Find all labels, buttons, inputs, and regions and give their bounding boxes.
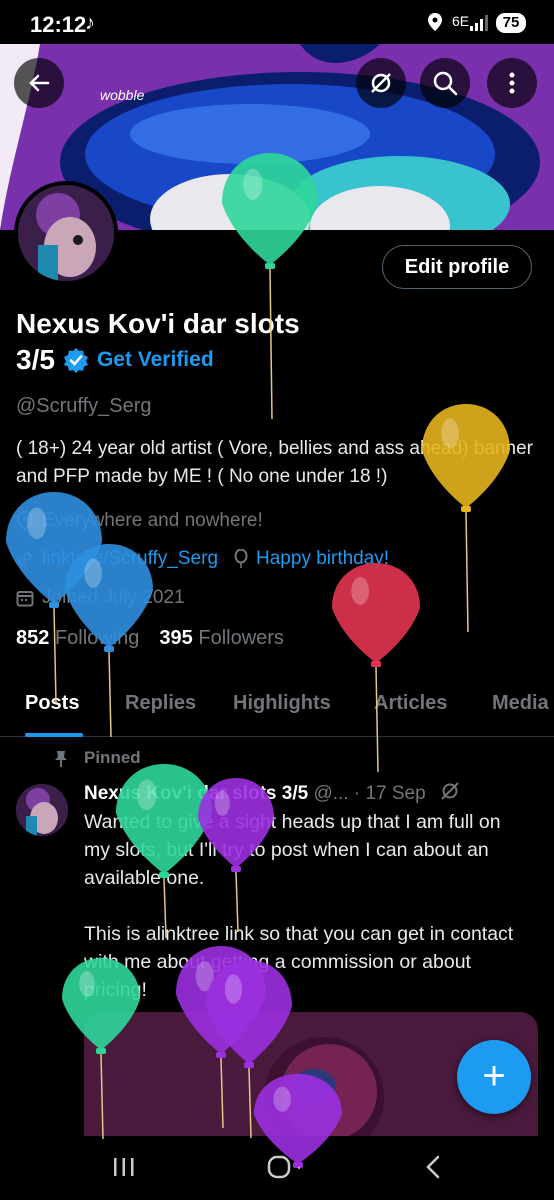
following-label: Following (54, 627, 140, 649)
post-author-name[interactable]: Nexus Kov'i dar slots 3/5 (84, 783, 308, 804)
joined-row: Joined July 2021 (16, 587, 185, 609)
tiktok-icon: ♪ (85, 12, 95, 34)
refresh-off-icon (371, 73, 391, 93)
status-time: 12:12 (30, 12, 87, 37)
recent-apps-icon[interactable] (112, 1156, 136, 1178)
profile-tabs: Posts Replies Highlights Articles Media (0, 678, 554, 737)
tab-replies[interactable]: Replies (125, 692, 196, 715)
balloon-icon (234, 549, 248, 568)
post-refresh-off-icon[interactable] (439, 780, 461, 802)
banner-text: wobble (100, 87, 145, 103)
post-author-avatar[interactable] (16, 784, 68, 836)
post-header: Nexus Kov'i dar slots 3/5 @... · 17 Sep (84, 780, 461, 805)
post-text: Wanted to give a sight heads up that I a… (84, 808, 524, 1004)
verified-badge-icon[interactable] (63, 347, 89, 373)
status-bar: 12:12 ♪ 6E 75 (0, 0, 554, 44)
followers-label: Followers (198, 627, 284, 649)
link-row: linktree/Scruffy_Serg Happy birthday! (16, 548, 389, 570)
display-name-suffix: 3/5 (16, 344, 55, 375)
search-button[interactable] (420, 58, 470, 108)
calendar-icon (16, 591, 34, 607)
tab-media[interactable]: Media (492, 692, 549, 715)
plus-icon: + (482, 1054, 506, 1098)
follow-stats: 852 Following 395 Followers (16, 627, 284, 650)
more-button[interactable] (487, 58, 537, 108)
wifi-icon: 6E (452, 13, 470, 29)
verified-row: 3/5 Get Verified (16, 344, 214, 376)
following-link[interactable]: 852 Following (16, 627, 139, 650)
tab-posts[interactable]: Posts (25, 692, 79, 715)
back-arrow-icon (29, 74, 50, 92)
get-verified-link[interactable]: Get Verified (97, 348, 214, 372)
more-icon (509, 72, 515, 94)
compose-post-button[interactable]: + (457, 1040, 531, 1114)
back-button[interactable] (14, 58, 64, 108)
post-avatar-image (16, 784, 68, 836)
followers-link[interactable]: 395 Followers (159, 627, 284, 650)
active-tab-indicator (25, 733, 83, 737)
home-icon[interactable] (266, 1154, 292, 1180)
balloon-5 (332, 563, 420, 773)
birthday-link[interactable]: Happy birthday! (256, 548, 389, 570)
joined-date: Joined July 2021 (42, 587, 185, 608)
pin-icon (55, 751, 67, 767)
post-author-handle: @... (313, 783, 349, 804)
following-count: 852 (16, 627, 50, 649)
back-nav-icon[interactable] (424, 1154, 442, 1180)
tab-highlights[interactable]: Highlights (233, 692, 331, 715)
tab-articles[interactable]: Articles (374, 692, 447, 715)
profile-bio: ( 18+) 24 year old artist ( Vore, bellie… (16, 438, 533, 487)
location-icon (16, 511, 34, 531)
post-paragraph-1: Wanted to give a sight heads up that I a… (84, 811, 501, 889)
profile-avatar[interactable] (14, 181, 118, 285)
location-status-icon (428, 13, 442, 31)
location-row: Everywhere and nowhere! (16, 510, 263, 532)
refresh-button[interactable] (356, 58, 406, 108)
battery-indicator: 75 (496, 13, 526, 33)
followers-count: 395 (159, 627, 193, 649)
link-icon (18, 552, 32, 566)
profile-handle: @Scruffy_Serg (16, 395, 152, 417)
signal-icon (470, 15, 488, 31)
display-name: Nexus Kov'i dar slots (16, 308, 300, 339)
post-paragraph-2: This is alinktree link so that you can g… (84, 923, 514, 1001)
android-nav-bar (0, 1136, 554, 1200)
edit-profile-button[interactable]: Edit profile (382, 245, 532, 289)
avatar-image (18, 185, 114, 281)
search-icon (433, 71, 458, 96)
post-date: · 17 Sep (353, 783, 426, 804)
pinned-label: Pinned (84, 748, 141, 767)
profile-link[interactable]: linktree/Scruffy_Serg (42, 548, 218, 570)
location-text: Everywhere and nowhere! (42, 510, 263, 531)
